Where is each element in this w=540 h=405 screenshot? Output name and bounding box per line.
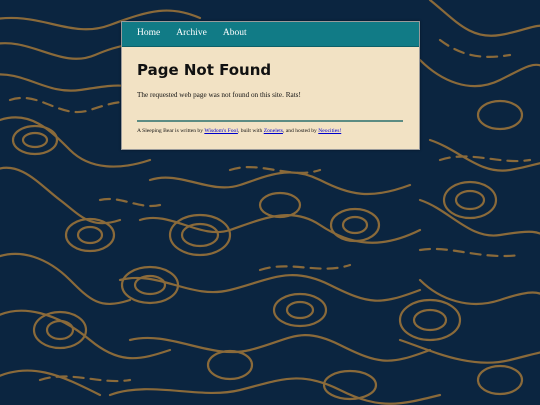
author-link[interactable]: Wisdom's Fool bbox=[204, 128, 238, 134]
nav-about-link[interactable]: About bbox=[223, 29, 247, 39]
not-found-message: The requested web page was not found on … bbox=[137, 91, 301, 100]
zonelets-link[interactable]: Zonelets bbox=[264, 128, 283, 134]
nav-archive-link[interactable]: Archive bbox=[176, 29, 207, 39]
page-card: Home Archive About Page Not Found The re… bbox=[121, 21, 420, 150]
top-nav: Home Archive About bbox=[122, 22, 419, 47]
main-content: Page Not Found The requested web page wa… bbox=[122, 47, 419, 135]
footer-prefix: A Sleeping Bear is written by bbox=[137, 127, 205, 134]
footer-middle2: , and hosted by bbox=[282, 127, 319, 134]
neocities-link[interactable]: Neocities! bbox=[318, 128, 341, 134]
footer-text: A Sleeping Bear is written by Wisdom's F… bbox=[137, 128, 404, 135]
footer-middle: , built with bbox=[237, 127, 264, 134]
nav-home-link[interactable]: Home bbox=[137, 29, 160, 39]
page-title: Page Not Found bbox=[137, 61, 272, 79]
footer-divider bbox=[137, 119, 403, 122]
